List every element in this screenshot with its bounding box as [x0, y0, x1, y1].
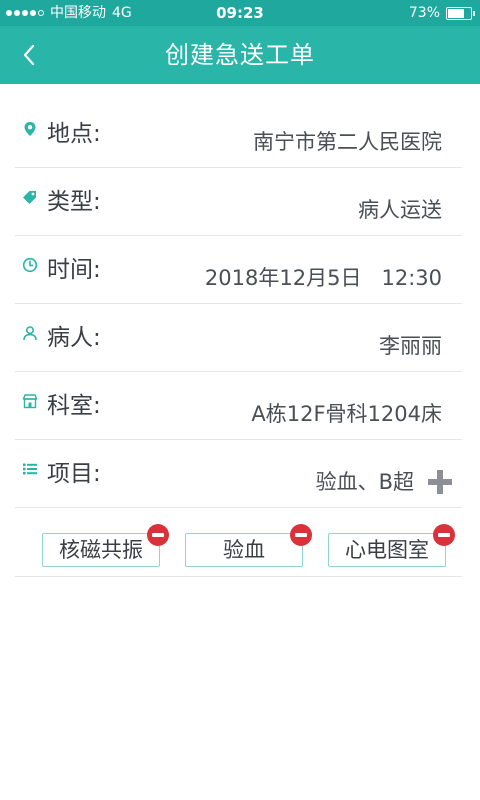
type-label: 类型: [47, 189, 101, 215]
page-title: 创建急送工单 [165, 41, 315, 69]
clock-icon [22, 257, 38, 273]
patient-value[interactable]: 李丽丽 [379, 330, 442, 360]
time-value[interactable]: 2018年12月5日 12:30 [205, 262, 442, 292]
chevron-left-icon [23, 44, 35, 66]
location-row[interactable]: 地点: 南宁市第二人民医院 [15, 100, 462, 168]
department-value[interactable]: A栋12F骨科1204床 [251, 398, 442, 428]
selected-item-label: 验血 [223, 538, 265, 562]
work-order-form: 地点: 南宁市第二人民医院 类型: 病人运送 时间: 2018年12月5日 12… [15, 100, 462, 577]
items-label: 项目: [47, 461, 101, 487]
items-row[interactable]: 项目: 验血、B超 [15, 440, 462, 508]
patient-label: 病人: [47, 325, 101, 351]
selected-item-label: 心电图室 [345, 538, 429, 562]
selected-item-tag[interactable]: 验血 [185, 524, 312, 567]
selected-items-row: 核磁共振 验血 心电图室 [15, 508, 462, 577]
remove-item-button[interactable] [433, 524, 455, 546]
time-label: 时间: [47, 257, 101, 283]
add-item-button[interactable] [426, 468, 454, 496]
time-row[interactable]: 时间: 2018年12月5日 12:30 [15, 236, 462, 304]
patient-row[interactable]: 病人: 李丽丽 [15, 304, 462, 372]
battery-level [448, 8, 465, 18]
department-row[interactable]: 科室: A栋12F骨科1204床 [15, 372, 462, 440]
battery-icon [446, 6, 475, 20]
department-label: 科室: [47, 393, 101, 419]
plus-icon [428, 470, 452, 494]
location-value[interactable]: 南宁市第二人民医院 [253, 126, 442, 156]
header-bar: 创建急送工单 [0, 26, 480, 84]
location-label: 地点: [47, 121, 101, 147]
location-pin-icon [22, 121, 38, 137]
battery-percent: 73% [408, 5, 440, 21]
items-value[interactable]: 验血、B超 [316, 466, 414, 496]
building-icon [22, 393, 38, 409]
status-right: 73% [408, 0, 475, 26]
tag-icon [22, 189, 38, 205]
status-bar: 中国移动 4G 09:23 73% [0, 0, 480, 26]
remove-item-button[interactable] [290, 524, 312, 546]
person-icon [22, 325, 38, 341]
list-icon [22, 461, 38, 477]
selected-item-tag[interactable]: 核磁共振 [42, 524, 169, 567]
remove-item-button[interactable] [147, 524, 169, 546]
selected-item-label: 核磁共振 [59, 538, 143, 562]
selected-item-tag[interactable]: 心电图室 [328, 524, 455, 567]
type-row[interactable]: 类型: 病人运送 [15, 168, 462, 236]
back-button[interactable] [8, 34, 50, 76]
type-value[interactable]: 病人运送 [358, 194, 442, 224]
